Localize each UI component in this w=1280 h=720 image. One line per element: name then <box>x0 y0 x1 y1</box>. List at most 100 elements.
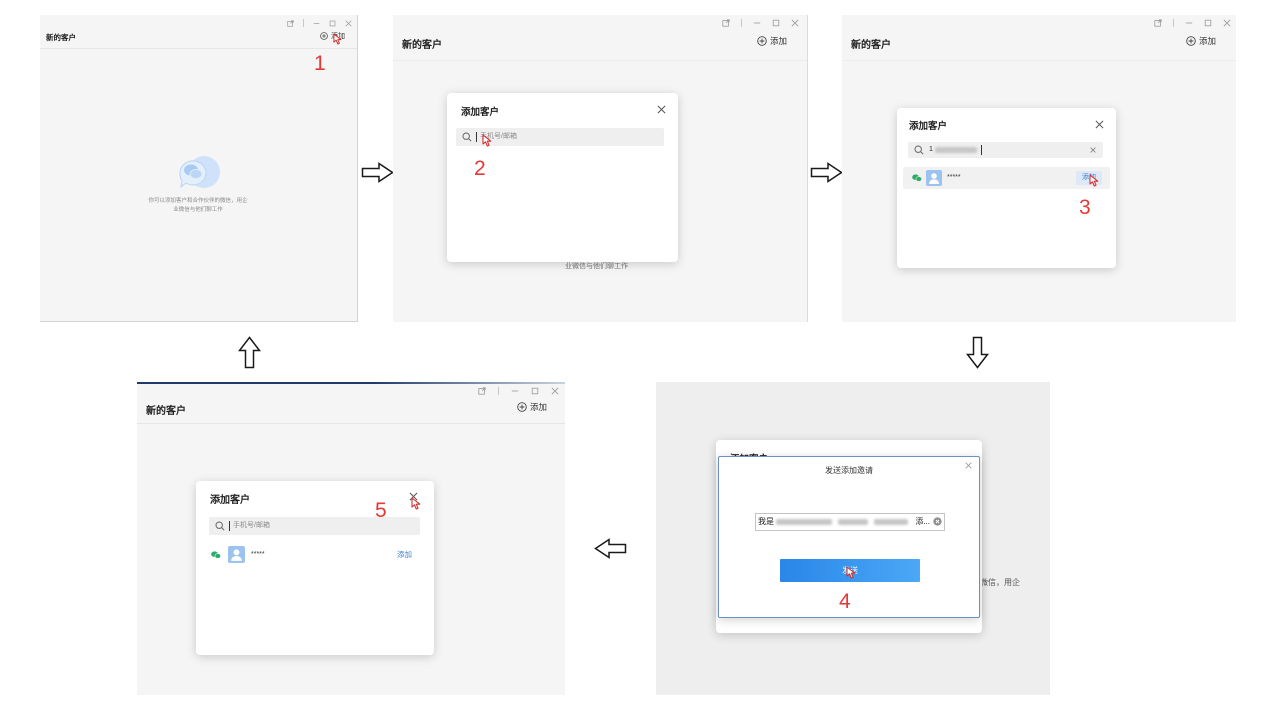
window-controls-separator <box>741 19 742 27</box>
page-title: 新的客户 <box>46 33 76 42</box>
dialog-title: 添加客户 <box>909 121 948 132</box>
header-divider <box>842 60 1236 61</box>
step-number: 3 <box>1079 196 1091 219</box>
search-icon <box>914 145 924 155</box>
close-window-icon[interactable] <box>791 19 799 27</box>
maximize-icon[interactable] <box>531 387 539 395</box>
header-divider <box>393 60 807 61</box>
window-controls <box>722 19 799 27</box>
step3-screenshot: 新的客户 添加 添加客户 1 ***** 添加 3 <box>842 15 1236 322</box>
circle-plus-icon <box>1186 36 1196 46</box>
step4-screenshot: 微信，用企 添加客户 发送添加邀请 我是 添... 发送 4 <box>656 382 1050 695</box>
close-icon[interactable] <box>965 462 972 469</box>
close-window-icon[interactable] <box>345 19 352 27</box>
circle-plus-icon <box>517 402 527 412</box>
minimize-icon[interactable] <box>1185 19 1193 27</box>
add-button-label: 添加 <box>529 402 547 412</box>
text-caret <box>476 132 477 142</box>
page-title: 新的客户 <box>851 40 891 51</box>
empty-state-text-line2: 业微信与他们聊工作 <box>173 207 223 213</box>
result-name: ***** <box>947 174 961 181</box>
step-number: 5 <box>375 499 387 522</box>
search-input[interactable]: 1 <box>908 142 1103 158</box>
step-number: 2 <box>474 157 486 180</box>
clear-search-icon[interactable] <box>1089 146 1097 154</box>
window-controls <box>478 387 559 395</box>
arrow-left-icon <box>594 538 627 559</box>
dialog-title: 添加客户 <box>461 107 500 118</box>
clear-circle-icon[interactable] <box>933 517 942 526</box>
close-window-icon[interactable] <box>1223 19 1231 27</box>
step5-screenshot: 新的客户 添加 添加客户 手机号/邮箱 ***** 添加 5 <box>137 382 565 695</box>
wechat-icon <box>912 174 923 182</box>
window-controls <box>1154 19 1231 27</box>
add-button-label: 添加 <box>1198 36 1216 46</box>
maximize-icon[interactable] <box>772 19 780 27</box>
redacted-text <box>935 147 977 153</box>
search-icon <box>215 521 225 531</box>
empty-state-text: 微信，用企 <box>980 578 1020 587</box>
mouse-pointer-icon <box>1089 174 1100 187</box>
step-number: 1 <box>314 52 326 75</box>
step2-screenshot: 新的客户 添加 业微信与他们聊工作 添加客户 手机号/邮箱 2 <box>393 15 808 322</box>
add-customer-button[interactable]: 添加 <box>757 35 787 47</box>
search-input[interactable]: 手机号/邮箱 <box>209 517 420 535</box>
user-avatar-icon <box>228 546 245 563</box>
close-icon[interactable] <box>657 105 666 114</box>
mouse-pointer-icon <box>482 134 493 147</box>
pop-out-icon[interactable] <box>1154 19 1162 27</box>
arrow-right-icon <box>810 162 843 183</box>
message-prefix: 我是 <box>758 517 774 526</box>
search-value: 1 <box>929 146 933 153</box>
pop-out-icon[interactable] <box>478 387 486 395</box>
maximize-icon[interactable] <box>1204 19 1212 27</box>
text-caret <box>229 521 230 531</box>
search-result-row[interactable]: ***** 添加 <box>903 167 1110 189</box>
pop-out-icon[interactable] <box>287 19 294 27</box>
page-title: 新的客户 <box>402 40 442 51</box>
window-controls-separator <box>1173 19 1174 27</box>
search-placeholder: 手机号/邮箱 <box>233 522 270 529</box>
redacted-text <box>874 519 908 525</box>
step-number: 4 <box>839 590 851 613</box>
empty-state-text: 业微信与他们聊工作 <box>565 263 628 270</box>
arrow-down-icon <box>965 336 990 369</box>
circle-plus-icon <box>757 36 767 46</box>
maximize-icon[interactable] <box>329 20 336 27</box>
page-title: 新的客户 <box>146 406 186 417</box>
mouse-pointer-icon <box>411 497 422 510</box>
chat-bubble-icon <box>174 155 222 193</box>
mouse-pointer-icon <box>846 566 857 579</box>
invitation-message-input[interactable]: 我是 添... <box>755 513 945 531</box>
search-result-row[interactable]: ***** 添加 <box>202 545 428 564</box>
circle-plus-icon <box>320 32 328 40</box>
window-top-edge <box>137 382 565 384</box>
window-controls-separator <box>498 387 499 395</box>
close-icon[interactable] <box>1095 120 1104 129</box>
user-avatar-icon <box>926 170 942 186</box>
window-controls-separator <box>303 19 304 27</box>
result-name: ***** <box>251 551 265 558</box>
search-icon <box>462 132 472 142</box>
empty-state-text-line1: 你可以添加客户和合作伙伴的微信，用企 <box>148 198 248 204</box>
minimize-icon[interactable] <box>511 387 519 395</box>
mouse-pointer-icon <box>333 33 343 45</box>
arrow-right-icon <box>361 162 394 183</box>
pop-out-icon[interactable] <box>722 19 730 27</box>
minimize-icon[interactable] <box>753 19 761 27</box>
header-divider <box>137 423 565 424</box>
add-customer-button[interactable]: 添加 <box>517 401 547 413</box>
redacted-text <box>838 519 868 525</box>
minimize-icon[interactable] <box>313 20 320 27</box>
add-contact-button[interactable]: 添加 <box>397 546 412 563</box>
message-suffix: 添... <box>915 517 930 526</box>
add-customer-dialog: 添加客户 1 ***** 添加 <box>897 108 1116 268</box>
redacted-text <box>776 519 832 525</box>
wechat-icon <box>211 551 222 559</box>
step1-screenshot: 新的客户 添加 你可以添加客户和合作伙伴的微信，用企 业微信与他们聊工作 1 <box>40 15 358 322</box>
add-customer-button[interactable]: 添加 <box>1186 35 1216 47</box>
dialog-title: 添加客户 <box>210 495 250 506</box>
text-caret <box>981 145 982 155</box>
close-window-icon[interactable] <box>551 387 559 395</box>
add-customer-dialog: 添加客户 手机号/邮箱 ***** 添加 <box>196 481 434 655</box>
